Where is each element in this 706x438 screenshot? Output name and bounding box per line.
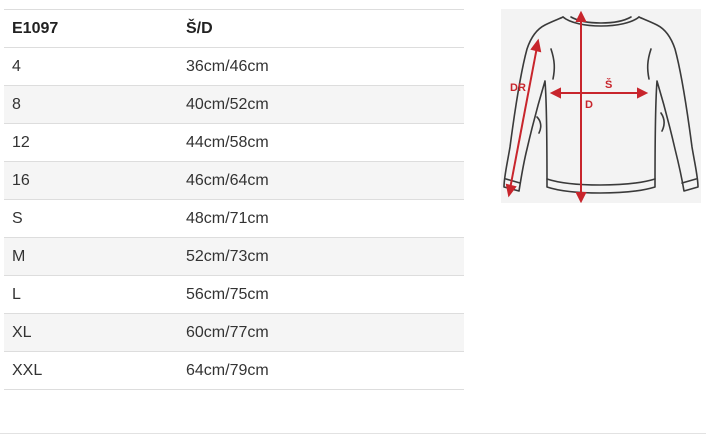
table-row: 16 46cm/64cm — [4, 161, 464, 200]
table-row: XL 60cm/77cm — [4, 313, 464, 352]
shirt-measurement-diagram: DR Š D — [501, 9, 701, 203]
sleeve-arrow-head-bottom — [505, 183, 517, 198]
sleeve-label: DR — [510, 82, 526, 94]
width-arrow-head-right — [637, 87, 649, 99]
size-cell: 8 — [4, 85, 186, 124]
measure-cell: 52cm/73cm — [186, 237, 464, 276]
table-row: S 48cm/71cm — [4, 199, 464, 238]
size-cell: S — [4, 199, 186, 238]
table-row: 8 40cm/52cm — [4, 85, 464, 124]
shirt-body-outline — [503, 16, 699, 194]
width-label: Š — [605, 78, 612, 91]
table-header-row: E1097 Š/D — [4, 9, 464, 48]
length-label: D — [585, 99, 593, 111]
shirt-wrinkle — [660, 112, 665, 132]
measure-cell: 46cm/64cm — [186, 161, 464, 200]
shirt-wrinkle — [550, 48, 556, 80]
measure-cell: 64cm/79cm — [186, 351, 464, 390]
hem-outline — [546, 178, 656, 186]
sleeve-arrow-head-top — [530, 38, 542, 53]
measure-cell: 56cm/75cm — [186, 275, 464, 314]
shirt-outline — [503, 16, 699, 194]
measurement-arrows — [505, 10, 649, 203]
left-cuff-outline — [505, 178, 521, 184]
size-cell: M — [4, 237, 186, 276]
measure-cell: 40cm/52cm — [186, 85, 464, 124]
table-row: 12 44cm/58cm — [4, 123, 464, 162]
measure-cell: 44cm/58cm — [186, 123, 464, 162]
size-cell: XL — [4, 313, 186, 352]
length-arrow-head-top — [575, 10, 587, 22]
long-sleeve-shirt-icon: DR Š D — [503, 10, 699, 203]
table-row: 4 36cm/46cm — [4, 47, 464, 86]
length-arrow-head-bottom — [575, 192, 587, 203]
bottom-divider — [0, 433, 706, 434]
size-cell: 12 — [4, 123, 186, 162]
shirt-wrinkle — [646, 48, 652, 80]
header-product-code: E1097 — [4, 9, 186, 48]
size-cell: L — [4, 275, 186, 314]
table-row: XXL 64cm/79cm — [4, 351, 464, 390]
measure-cell: 48cm/71cm — [186, 199, 464, 238]
table-row: L 56cm/75cm — [4, 275, 464, 314]
header-width-length: Š/D — [186, 9, 464, 48]
width-arrow-head-left — [549, 87, 561, 99]
table-row: M 52cm/73cm — [4, 237, 464, 276]
right-cuff-outline — [681, 178, 697, 184]
size-cell: 16 — [4, 161, 186, 200]
size-cell: 4 — [4, 47, 186, 86]
size-table: E1097 Š/D 4 36cm/46cm 8 40cm/52cm 12 44c… — [4, 9, 464, 390]
size-cell: XXL — [4, 351, 186, 390]
shirt-wrinkle — [536, 116, 542, 134]
measure-cell: 36cm/46cm — [186, 47, 464, 86]
measure-cell: 60cm/77cm — [186, 313, 464, 352]
